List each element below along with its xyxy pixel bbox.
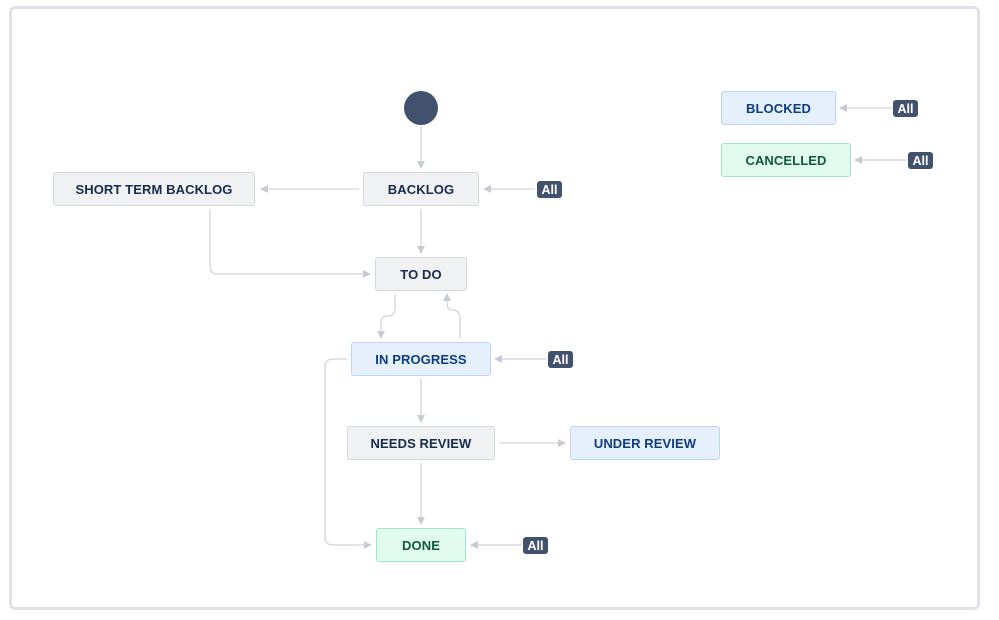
status-short-term-backlog-label: SHORT TERM BACKLOG [75,181,233,197]
status-under-review[interactable]: UNDER REVIEW [570,426,720,460]
all-transition-badge-in-progress[interactable]: All [548,351,573,368]
arrow-short-term-backlog-to-todo [209,209,371,278]
status-backlog-label: BACKLOG [387,181,455,197]
status-blocked-label: BLOCKED [746,100,811,116]
all-transition-badge-done[interactable]: All [523,537,548,554]
status-cancelled[interactable]: CANCELLED [721,143,851,177]
status-done-label: DONE [402,537,440,553]
start-node[interactable] [404,91,438,125]
all-transition-badge-blocked[interactable]: All [893,100,918,117]
arrow-in-progress-to-todo [443,293,461,338]
status-backlog[interactable]: BACKLOG [363,172,479,206]
status-needs-review[interactable]: NEEDS REVIEW [347,426,495,460]
status-in-progress-label: IN PROGRESS [375,351,467,367]
status-cancelled-label: CANCELLED [745,152,827,168]
status-needs-review-label: NEEDS REVIEW [370,435,472,451]
status-to-do-label: TO DO [400,266,442,282]
all-transition-badge-cancelled[interactable]: All [908,152,933,169]
status-in-progress[interactable]: IN PROGRESS [351,342,491,376]
status-under-review-label: UNDER REVIEW [593,435,697,451]
status-done[interactable]: DONE [376,528,466,562]
status-blocked[interactable]: BLOCKED [721,91,836,125]
transition-arrows [209,104,907,549]
all-transition-badge-backlog[interactable]: All [537,181,562,198]
status-to-do[interactable]: TO DO [375,257,467,291]
status-short-term-backlog[interactable]: SHORT TERM BACKLOG [53,172,255,206]
arrow-todo-to-in-progress [377,294,396,339]
